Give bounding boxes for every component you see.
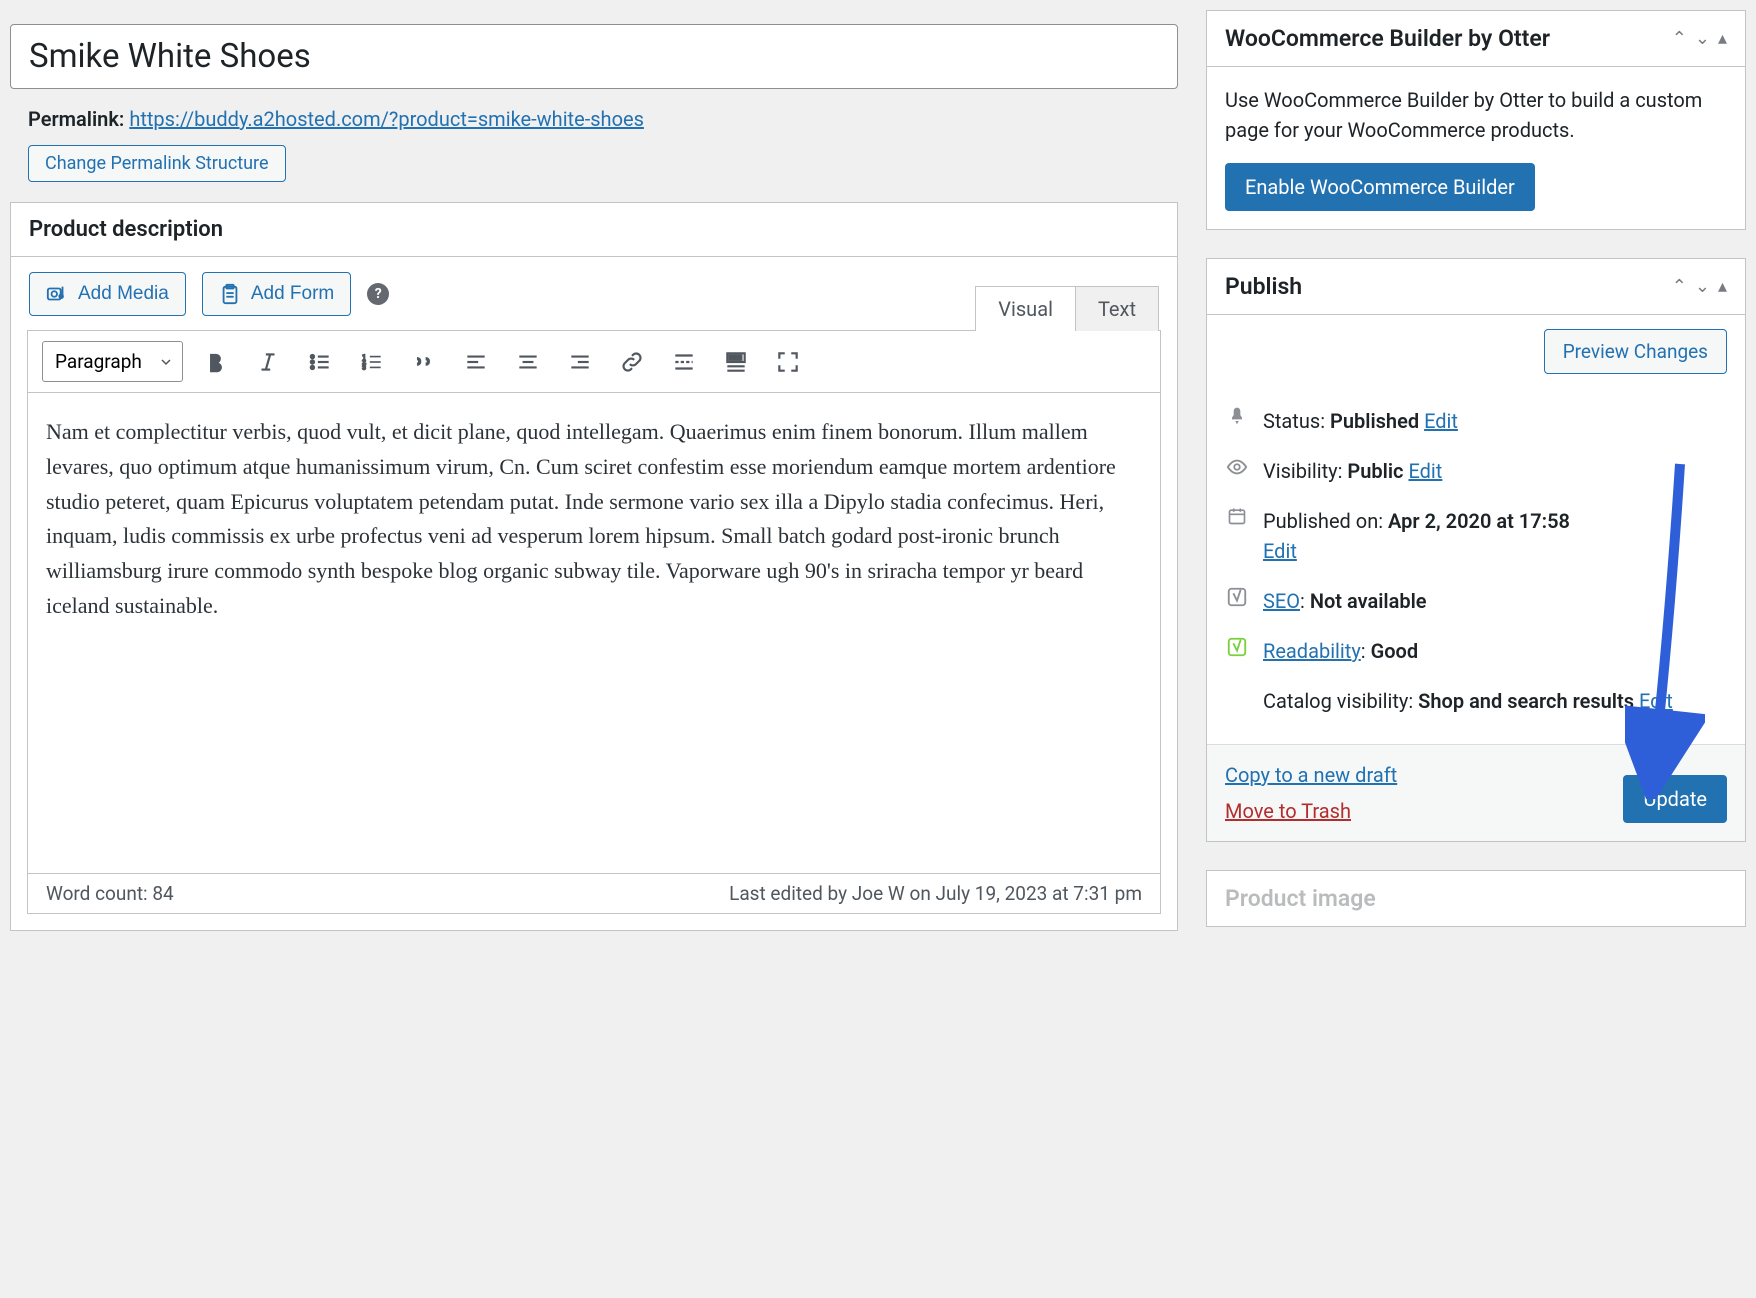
product-image-title: Product image [1225, 885, 1376, 912]
readability-link[interactable]: Readability [1263, 639, 1361, 663]
align-right-button[interactable] [561, 343, 599, 381]
align-left-button[interactable] [457, 343, 495, 381]
status-value: Published [1330, 409, 1419, 433]
otter-builder-panel: WooCommerce Builder by Otter ⌃ ⌄ ▴ Use W… [1206, 10, 1746, 230]
edit-catalog-link[interactable]: Edit [1639, 689, 1673, 713]
add-media-label: Add Media [78, 283, 169, 305]
catalog-value: Shop and search results [1418, 689, 1634, 713]
tab-visual[interactable]: Visual [976, 287, 1076, 331]
bold-button[interactable] [197, 343, 235, 381]
product-description-title: Product description [29, 217, 223, 242]
tab-text[interactable]: Text [1076, 287, 1158, 331]
permalink-label: Permalink: [28, 107, 124, 131]
editor-footer: Word count: 84 Last edited by Joe W on J… [27, 874, 1161, 914]
published-on-value: Apr 2, 2020 at 17:58 [1388, 509, 1570, 533]
word-count: Word count: 84 [46, 882, 174, 905]
seo-value: Not available [1310, 589, 1427, 613]
last-edited: Last edited by Joe W on July 19, 2023 at… [729, 882, 1142, 905]
move-to-trash-link[interactable]: Move to Trash [1225, 799, 1397, 823]
pin-icon [1225, 406, 1249, 426]
clipboard-icon [219, 283, 241, 305]
toolbar-toggle-button[interactable] [717, 343, 755, 381]
panel-down-icon[interactable]: ⌄ [1695, 276, 1710, 297]
permalink-row: Permalink: https://buddy.a2hosted.com/?p… [28, 107, 1178, 131]
update-button[interactable]: Update [1623, 775, 1727, 823]
product-description-panel: Product description Add Media Add Form ?… [10, 202, 1178, 931]
numbered-list-button[interactable]: 123 [353, 343, 391, 381]
catalog-label: Catalog visibility: [1263, 689, 1413, 713]
permalink-url[interactable]: https://buddy.a2hosted.com/?product=smik… [129, 107, 644, 131]
italic-button[interactable] [249, 343, 287, 381]
add-form-button[interactable]: Add Form [202, 272, 351, 316]
camera-music-icon [46, 283, 68, 305]
read-more-button[interactable] [665, 343, 703, 381]
enable-otter-button[interactable]: Enable WooCommerce Builder [1225, 163, 1535, 211]
calendar-icon [1225, 506, 1249, 526]
add-media-button[interactable]: Add Media [29, 272, 186, 316]
yoast-readability-icon [1225, 636, 1249, 658]
visibility-value: Public [1347, 459, 1403, 483]
yoast-seo-icon [1225, 586, 1249, 608]
otter-description: Use WooCommerce Builder by Otter to buil… [1225, 85, 1727, 145]
published-on-label: Published on: [1263, 509, 1383, 533]
publish-title: Publish [1225, 273, 1302, 300]
change-permalink-button[interactable]: Change Permalink Structure [28, 145, 286, 182]
blockquote-button[interactable] [405, 343, 443, 381]
readability-value: Good [1371, 639, 1419, 663]
edit-visibility-link[interactable]: Edit [1408, 459, 1442, 483]
fullscreen-button[interactable] [769, 343, 807, 381]
editor-content[interactable]: Nam et complectitur verbis, quod vult, e… [28, 393, 1160, 873]
panel-up-icon[interactable]: ⌃ [1672, 28, 1687, 49]
format-select[interactable]: Paragraph [42, 341, 183, 382]
panel-toggle-icon[interactable]: ▴ [1718, 276, 1727, 297]
publish-panel: Publish ⌃ ⌄ ▴ Preview Changes Status: Pu… [1206, 258, 1746, 842]
link-button[interactable] [613, 343, 651, 381]
otter-title: WooCommerce Builder by Otter [1225, 25, 1550, 52]
panel-down-icon[interactable]: ⌄ [1695, 28, 1710, 49]
visibility-label: Visibility: [1263, 459, 1342, 483]
editor-mode-tabs: Visual Text [975, 286, 1159, 331]
product-title-input[interactable] [10, 24, 1178, 89]
eye-icon [1225, 456, 1249, 478]
product-image-panel: Product image [1206, 870, 1746, 927]
edit-status-link[interactable]: Edit [1424, 409, 1458, 433]
svg-text:3: 3 [362, 363, 366, 371]
align-center-button[interactable] [509, 343, 547, 381]
copy-draft-link[interactable]: Copy to a new draft [1225, 763, 1397, 787]
add-form-label: Add Form [251, 283, 334, 305]
help-icon[interactable]: ? [367, 283, 389, 305]
edit-published-link[interactable]: Edit [1263, 539, 1297, 563]
seo-link[interactable]: SEO [1263, 589, 1300, 613]
panel-toggle-icon[interactable]: ▴ [1718, 28, 1727, 49]
bullet-list-button[interactable] [301, 343, 339, 381]
panel-up-icon[interactable]: ⌃ [1672, 276, 1687, 297]
preview-changes-button[interactable]: Preview Changes [1544, 329, 1727, 374]
editor-toolbar: Paragraph 123 [28, 331, 1160, 393]
status-label: Status: [1263, 409, 1325, 433]
